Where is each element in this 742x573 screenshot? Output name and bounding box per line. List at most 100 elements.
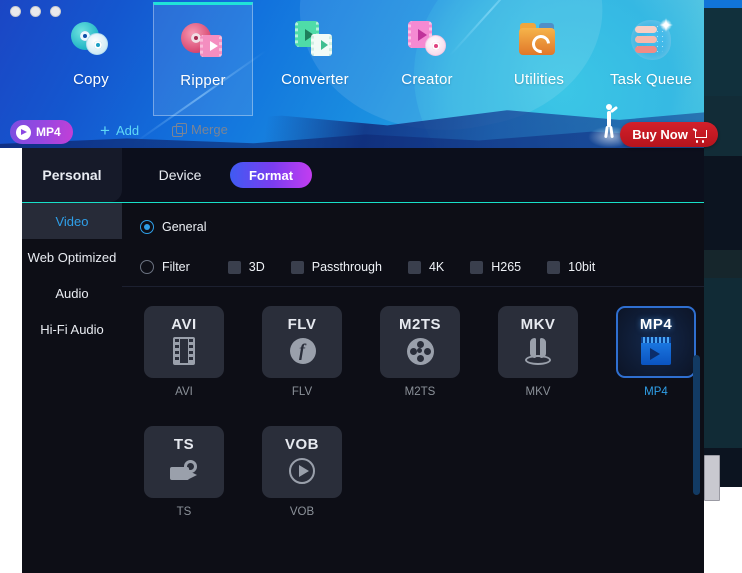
sidebar-item-audio[interactable]: Audio [22, 275, 122, 311]
format-tile-box: TS [144, 426, 224, 498]
checkbox-3d[interactable]: 3D [227, 260, 265, 274]
tab-label: Device [158, 167, 202, 183]
task-queue-icon [629, 18, 673, 62]
tab-device[interactable]: Device [140, 148, 220, 202]
nav-item-label: Converter [281, 71, 349, 88]
checkbox-10bit[interactable]: 10bit [547, 260, 595, 274]
film-converter-icon [293, 20, 337, 62]
format-tile-mkv[interactable]: MKV MKV [498, 306, 582, 398]
format-tile-m2ts[interactable]: M2TS M2TS [380, 306, 464, 398]
app-window: Copy Ripper Converter Creator Utilities … [0, 0, 742, 573]
add-button-label: Add [115, 123, 140, 138]
format-caption: FLV [291, 386, 313, 398]
format-code: MP4 [639, 316, 673, 333]
disc-copy-icon [69, 20, 113, 62]
format-content: General Filter 3D Passthrough 4K H265 10… [122, 203, 704, 573]
cart-icon [693, 129, 707, 143]
format-tile-box: FLV f [262, 306, 342, 378]
format-code: FLV [287, 316, 317, 333]
checkbox-icon [290, 260, 304, 274]
output-format-label: MP4 [36, 125, 61, 139]
checkbox-h265[interactable]: H265 [470, 260, 521, 274]
sidebar-item-video[interactable]: Video [22, 203, 122, 239]
format-caption: MP4 [644, 386, 668, 398]
format-tile-box: MKV [498, 306, 578, 378]
checkbox-label: Passthrough [311, 260, 382, 274]
format-tile-ts[interactable]: TS TS [144, 426, 228, 518]
format-caption: AVI [175, 386, 193, 398]
radio-general[interactable]: General [140, 220, 206, 234]
play-circle-icon [285, 457, 319, 487]
background-window-titlebar [704, 0, 742, 8]
disc-ripper-icon [181, 21, 225, 63]
nav-item-converter[interactable]: Converter [265, 2, 365, 116]
format-code: VOB [284, 436, 319, 453]
radio-icon [140, 220, 154, 234]
format-caption: VOB [289, 506, 315, 518]
sidebar-item-hifi-audio[interactable]: Hi-Fi Audio [22, 311, 122, 347]
plus-icon: + [100, 121, 110, 140]
play-icon [16, 124, 31, 140]
format-caption: TS [176, 506, 192, 518]
background-window-band [704, 278, 742, 448]
checkbox-passthrough[interactable]: Passthrough [290, 260, 382, 274]
format-code: MKV [520, 316, 556, 333]
nav-item-label: Utilities [513, 71, 565, 88]
nav-item-label: Ripper [180, 72, 226, 89]
panel-tabbar: Personal Device Format [22, 148, 704, 203]
filter-row-general: General [140, 220, 206, 234]
background-window-band [704, 250, 742, 278]
nav-item-task-queue[interactable]: Task Queue [601, 2, 701, 116]
merge-button: Merge [172, 122, 228, 137]
sidebar-item-web-optimized[interactable]: Web Optimized [22, 239, 122, 275]
nav-item-label: Task Queue [609, 71, 693, 88]
sidebar-item-label: Hi-Fi Audio [40, 321, 104, 337]
background-window-band [704, 8, 742, 96]
radio-filter-label: Filter [162, 260, 190, 274]
nav-item-copy[interactable]: Copy [41, 2, 141, 116]
action-toolbar: MP4 + Add Merge [0, 118, 704, 148]
checkbox-icon [470, 260, 484, 274]
sidebar-item-label: Web Optimized [27, 249, 117, 265]
checkbox-label: 10bit [568, 260, 596, 274]
nav-item-utilities[interactable]: Utilities [489, 2, 589, 116]
film-creator-icon [405, 20, 449, 62]
checkbox-label: H265 [491, 260, 522, 274]
format-scrollbar-thumb[interactable] [693, 355, 700, 495]
folder-utilities-icon [517, 20, 561, 62]
filter-bar: General Filter 3D Passthrough 4K H265 10… [122, 203, 704, 287]
nav-item-label: Copy [73, 71, 109, 88]
checkbox-icon [227, 260, 241, 274]
film-reel-icon [403, 337, 437, 367]
output-format-badge[interactable]: MP4 [10, 120, 73, 144]
buy-now-button[interactable]: Buy Now [620, 122, 718, 147]
radio-general-label: General [162, 220, 207, 234]
tab-personal[interactable]: Personal [22, 148, 122, 202]
camcorder-icon [167, 457, 201, 487]
minimize-button[interactable] [30, 6, 41, 17]
nav-item-creator[interactable]: Creator [377, 2, 477, 116]
filter-row-options: Filter 3D Passthrough 4K H265 10bit [140, 260, 595, 274]
format-grid-scroll[interactable]: AVI AVI FLV f FLV M2TS M2TS MKV MKV MP4 … [122, 288, 704, 573]
tab-format[interactable]: Format [230, 162, 312, 188]
checkbox-4k[interactable]: 4K [407, 260, 445, 274]
format-caption: M2TS [404, 386, 436, 398]
format-tile-mp4[interactable]: MP4 MP4 [616, 306, 700, 398]
format-tile-avi[interactable]: AVI AVI [144, 306, 228, 398]
tab-label: Format [248, 167, 294, 183]
checkbox-label: 4K [428, 260, 445, 274]
format-tile-flv[interactable]: FLV f FLV [262, 306, 346, 398]
format-tile-vob[interactable]: VOB VOB [262, 426, 346, 518]
film-strip-icon [167, 337, 201, 367]
panel-body: Video Web Optimized Audio Hi-Fi Audio Ge… [22, 203, 704, 573]
nav-item-ripper[interactable]: Ripper [153, 2, 253, 116]
merge-icon [172, 123, 187, 137]
format-code: M2TS [398, 316, 441, 333]
radio-filter[interactable]: Filter [140, 260, 190, 274]
window-controls[interactable] [10, 6, 61, 17]
add-button[interactable]: + Add [100, 122, 139, 139]
mp4-player-icon [639, 337, 673, 367]
maximize-button[interactable] [50, 6, 61, 17]
background-window-scrollbar[interactable] [704, 455, 720, 501]
close-button[interactable] [10, 6, 21, 17]
